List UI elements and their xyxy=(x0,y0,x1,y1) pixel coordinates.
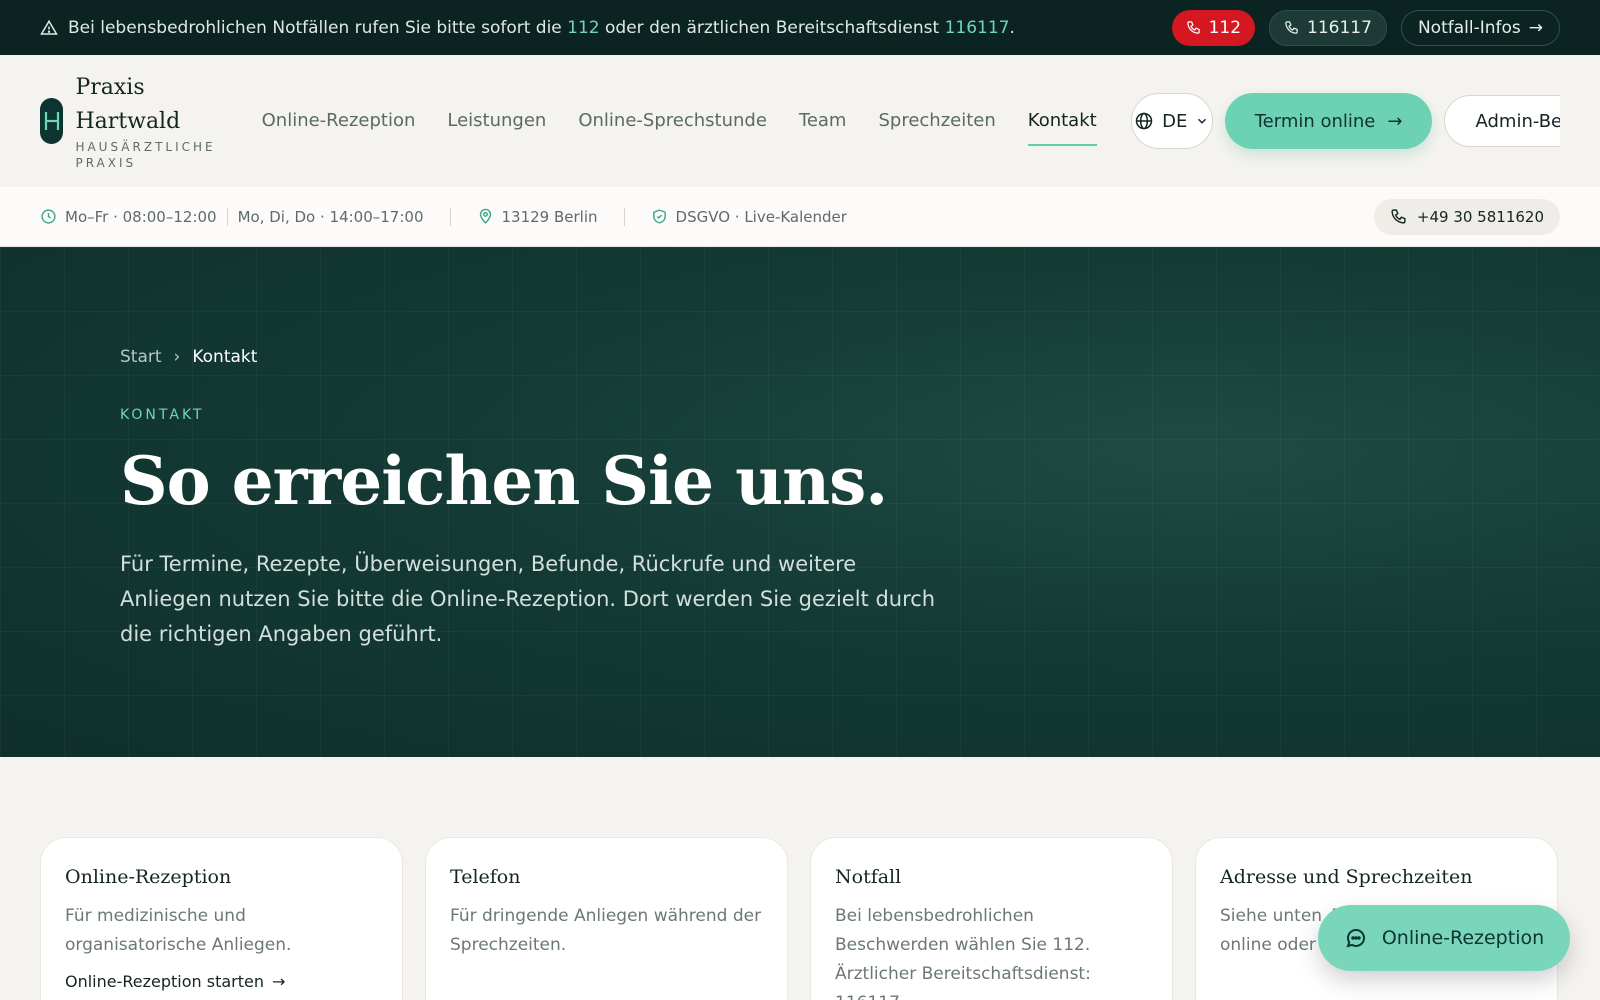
phone-icon xyxy=(1391,209,1406,224)
arrow-right-icon: → xyxy=(272,972,286,991)
admin-area-button[interactable]: Admin-Bereich xyxy=(1444,95,1560,147)
breadcrumb: Start › Kontakt xyxy=(120,347,1020,367)
address-city: 13129 Berlin xyxy=(501,207,598,226)
main-nav: Online-Rezeption Leistungen Online-Sprec… xyxy=(262,107,1129,146)
page-title: So erreichen Sie uns. xyxy=(120,442,888,520)
chat-bubble-icon xyxy=(1346,929,1365,948)
breadcrumb-start[interactable]: Start xyxy=(120,347,162,367)
breadcrumb-current: Kontakt xyxy=(192,347,258,367)
online-reception-fab[interactable]: Online-Rezeption xyxy=(1318,905,1570,971)
card-telefon: Telefon Für dringende Anliegen während d… xyxy=(425,837,788,1000)
info-bar: Mo–Fr · 08:00–12:00 Mo, Di, Do · 14:00–1… xyxy=(0,187,1600,247)
section-eyebrow: KONTAKT xyxy=(120,407,205,423)
nav-online-rezeption[interactable]: Online-Rezeption xyxy=(262,107,416,135)
clock-icon xyxy=(41,209,56,224)
warning-icon xyxy=(40,19,58,35)
emergency-message: Bei lebensbedrohlichen Notfällen rufen S… xyxy=(68,17,1015,38)
start-online-reception-link[interactable]: Online-Rezeption starten → xyxy=(65,972,378,991)
site-header: Praxis Hartwald HAUSÄRZTLICHE PRAXIS Onl… xyxy=(0,55,1600,187)
book-appointment-button[interactable]: Termin online → xyxy=(1224,93,1433,149)
phone-icon xyxy=(1186,21,1200,34)
call-116117-button[interactable]: 116117 xyxy=(1269,9,1387,46)
globe-icon xyxy=(1135,112,1153,130)
chevron-down-icon xyxy=(1198,118,1207,124)
hero-section: Start › Kontakt KONTAKT So erreichen Sie… xyxy=(0,247,1600,757)
arrow-right-icon: → xyxy=(1528,17,1543,38)
language-selector[interactable]: DE xyxy=(1130,93,1213,149)
card-notfall: Notfall Bei lebensbedrohlichen Beschwerd… xyxy=(810,837,1173,1000)
hours-afternoon: Mo, Di, Do · 14:00–17:00 xyxy=(237,207,424,226)
arrow-right-icon: → xyxy=(1387,110,1403,132)
emergency-info-button[interactable]: Notfall-Infos → xyxy=(1400,9,1560,46)
dsgvo-label: DSGVO · Live-Kalender xyxy=(675,207,847,226)
emergency-number-112: 112 xyxy=(567,17,600,38)
phone-number-button[interactable]: +49 30 5811620 xyxy=(1373,198,1560,235)
nav-team[interactable]: Team xyxy=(799,107,847,135)
shield-icon xyxy=(652,209,666,224)
nav-leistungen[interactable]: Leistungen xyxy=(447,107,546,135)
emergency-number-116117: 116117 xyxy=(944,17,1010,38)
phone-icon xyxy=(1285,21,1298,34)
emergency-bar: Bei lebensbedrohlichen Notfällen rufen S… xyxy=(0,0,1600,55)
location-pin-icon xyxy=(479,208,491,224)
chevron-right-icon: › xyxy=(173,347,181,367)
nav-sprechzeiten[interactable]: Sprechzeiten xyxy=(878,107,995,135)
card-online-rezeption: Online-Rezeption Für medizinische und or… xyxy=(40,837,403,1000)
nav-online-sprechstunde[interactable]: Online-Sprechstunde xyxy=(578,107,767,135)
logo-mark[interactable] xyxy=(40,98,64,144)
hero-lead: Für Termine, Rezepte, Überweisungen, Bef… xyxy=(120,552,936,646)
hours-morning: Mo–Fr · 08:00–12:00 xyxy=(65,207,217,226)
nav-kontakt[interactable]: Kontakt xyxy=(1027,107,1097,146)
call-112-button[interactable]: 112 xyxy=(1171,9,1256,46)
logo-text[interactable]: Praxis Hartwald HAUSÄRZTLICHE PRAXIS xyxy=(75,71,215,171)
